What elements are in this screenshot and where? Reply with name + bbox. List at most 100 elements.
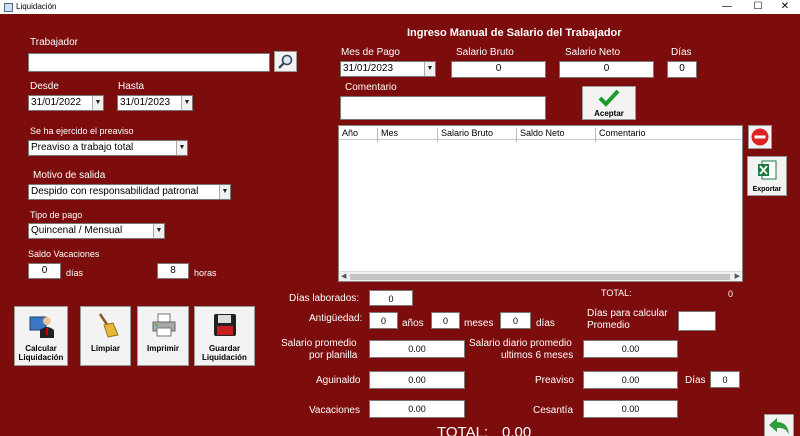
preaviso-select[interactable]: Preaviso a trabajo total ▼ — [28, 140, 188, 156]
motivo-label: Motivo de salida — [33, 170, 106, 181]
chevron-down-icon: ▼ — [181, 96, 192, 110]
salario-bruto-label: Salario Bruto — [456, 47, 514, 58]
search-icon — [278, 54, 293, 69]
mes-pago-value: 31/01/2023 — [343, 63, 394, 74]
maximize-button[interactable]: ☐ — [743, 0, 773, 14]
guardar-liquidacion-button[interactable]: Guardar Liquidación — [194, 306, 255, 366]
meses-value: 0 — [431, 312, 460, 329]
back-button[interactable] — [764, 414, 794, 436]
aceptar-button[interactable]: Aceptar — [582, 86, 636, 120]
preaviso-value: Preaviso a trabajo total — [31, 142, 134, 153]
cesantia-label: Cesantía — [533, 405, 574, 416]
grand-total-label: TOTAL: — [437, 424, 489, 436]
salario-promedio-label-1: Salario promedio — [281, 338, 357, 349]
dias-calcular-label-1: Días para calcular — [587, 308, 668, 319]
dias-input[interactable]: 0 — [667, 61, 697, 78]
col-mes: Mes — [381, 128, 399, 138]
col-salario-bruto: Salario Bruto — [441, 128, 494, 138]
trabajador-label: Trabajador — [30, 37, 78, 48]
exportar-button[interactable]: Exportar — [747, 156, 787, 196]
chevron-down-icon: ▼ — [153, 224, 164, 238]
saldo-horas-input[interactable]: 8 — [157, 263, 189, 279]
cesantia-value: 0.00 — [583, 400, 678, 418]
delete-row-button[interactable] — [748, 125, 772, 149]
mes-pago-date[interactable]: 31/01/2023 ▼ — [340, 61, 436, 77]
dias-laborados-label: Días laborados: — [289, 293, 360, 304]
anos-label: años — [402, 318, 424, 329]
comentario-label: Comentario — [345, 82, 397, 93]
col-divider — [516, 128, 517, 142]
imprimir-label: Imprimir — [146, 344, 179, 353]
scroll-thumb[interactable] — [350, 274, 730, 280]
minimize-button[interactable]: — — [712, 0, 742, 14]
tipo-pago-select[interactable]: Quincenal / Mensual ▼ — [28, 223, 165, 239]
desde-label: Desde — [30, 81, 59, 92]
aguinaldo-value: 0.00 — [369, 371, 465, 389]
saldo-horas-unit: horas — [194, 268, 217, 278]
desde-value: 31/01/2022 — [31, 97, 82, 108]
col-comentario: Comentario — [599, 128, 646, 138]
salario-diario-label-1: Salario diario promedio — [469, 338, 572, 349]
saldo-dias-unit: días — [66, 268, 84, 278]
desde-date[interactable]: 31/01/2022 ▼ — [28, 95, 104, 111]
horizontal-scrollbar[interactable]: ◀ ▶ — [339, 271, 742, 281]
chevron-down-icon: ▼ — [176, 141, 187, 155]
chevron-down-icon: ▼ — [92, 96, 103, 110]
motivo-select[interactable]: Despido con responsabilidad patronal ▼ — [28, 184, 231, 200]
comentario-input[interactable] — [340, 96, 546, 120]
grid-total-value: 0 — [728, 289, 734, 299]
dias-laborados-value: 0 — [369, 290, 413, 306]
col-ano: Año — [342, 128, 359, 138]
salario-diario-label-2: ultimos 6 meses — [501, 350, 574, 361]
guardar-label: Guardar Liquidación — [202, 344, 247, 362]
grid-total-label: TOTAL: — [601, 288, 632, 298]
salario-promedio-value: 0.00 — [369, 340, 465, 358]
imprimir-button[interactable]: Imprimir — [137, 306, 189, 366]
trabajador-input[interactable] — [28, 53, 270, 72]
excel-icon — [758, 160, 777, 180]
chevron-down-icon: ▼ — [219, 185, 230, 199]
scroll-right-icon[interactable]: ▶ — [735, 272, 740, 280]
liquidacion-window: Liquidación — ☐ ✕ Trabajador Desde 31/01… — [0, 0, 800, 436]
calcular-liquidacion-button[interactable]: Calcular Liquidación — [14, 306, 68, 366]
preaviso-amount-value: 0.00 — [583, 371, 678, 389]
app-icon — [4, 3, 13, 12]
aceptar-label: Aceptar — [594, 109, 624, 118]
anos-value: 0 — [369, 312, 398, 329]
col-divider — [377, 128, 378, 142]
chevron-down-icon: ▼ — [424, 62, 435, 76]
ant-dias-label: días — [536, 318, 555, 329]
tipo-pago-label: Tipo de pago — [30, 210, 83, 220]
printer-icon — [152, 313, 176, 337]
salary-grid[interactable]: Año Mes Salario Bruto Saldo Neto Comenta… — [338, 125, 743, 282]
close-button[interactable]: ✕ — [770, 0, 800, 14]
grand-total-value: 0.00 — [502, 424, 532, 436]
remove-icon — [751, 128, 769, 146]
checkmark-icon — [598, 89, 620, 107]
limpiar-button[interactable]: Limpiar — [80, 306, 131, 366]
mes-pago-label: Mes de Pago — [341, 47, 400, 58]
salario-diario-value: 0.00 — [583, 340, 678, 358]
scroll-left-icon[interactable]: ◀ — [341, 272, 346, 280]
floppy-disk-icon — [214, 314, 236, 336]
salario-neto-label: Salario Neto — [565, 47, 621, 58]
dias-calcular-input[interactable] — [678, 311, 716, 331]
saldo-dias-input[interactable]: 0 — [28, 263, 61, 279]
meses-label: meses — [464, 318, 494, 329]
preaviso-amount-label: Preaviso — [535, 375, 574, 386]
tipo-pago-value: Quincenal / Mensual — [31, 225, 123, 236]
back-arrow-icon — [769, 418, 789, 435]
col-saldo-neto: Saldo Neto — [520, 128, 565, 138]
antiguedad-label: Antigüedad: — [309, 313, 363, 324]
hasta-date[interactable]: 31/01/2023 ▼ — [117, 95, 193, 111]
title-bar: Liquidación — ☐ ✕ — [0, 0, 800, 14]
salario-bruto-input[interactable]: 0 — [451, 61, 546, 78]
search-button[interactable] — [274, 51, 297, 72]
dias-label: Días — [671, 47, 692, 58]
salario-neto-input[interactable]: 0 — [559, 61, 654, 78]
hasta-label: Hasta — [118, 81, 145, 92]
hasta-value: 31/01/2023 — [120, 97, 171, 108]
user-card-icon — [29, 316, 54, 338]
preaviso-dias-label: Días — [685, 375, 706, 386]
motivo-value: Despido con responsabilidad patronal — [31, 186, 199, 197]
